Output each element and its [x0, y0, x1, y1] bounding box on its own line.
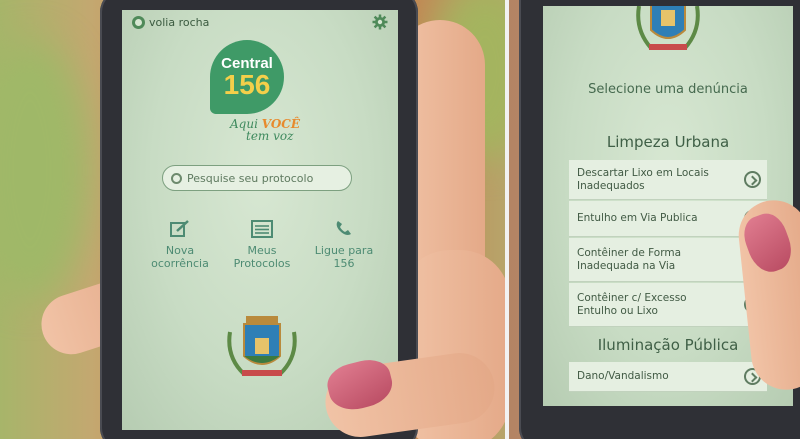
- report-item-entulho-via[interactable]: Entulho em Via Publica: [569, 201, 767, 237]
- report-item-dano-vandalismo[interactable]: Dano/Vandalismo: [569, 362, 767, 392]
- gear-icon[interactable]: [372, 14, 388, 30]
- city-crest-icon: [636, 6, 700, 50]
- item-label: Dano/Vandalismo: [577, 370, 669, 382]
- section-heading-limpeza: Limpeza Urbana: [606, 133, 730, 151]
- item-label: Contêiner c/ Excesso Entulho ou Lixo: [577, 291, 687, 317]
- background-blur: [0, 40, 90, 300]
- report-item-conteiner-excesso[interactable]: Contêiner c/ Excesso Entulho ou Lixo: [569, 283, 767, 327]
- city-crest-icon: [227, 316, 297, 376]
- item-label: Entulho em Via Publica: [577, 212, 698, 224]
- item-label: Descartar Lixo em Locais Inadequados: [577, 166, 709, 192]
- report-item-descartar-lixo[interactable]: Descartar Lixo em Locais Inadequados: [569, 160, 767, 200]
- page-title: Selecione uma denúncia: [588, 82, 748, 97]
- edit-icon: [170, 220, 189, 237]
- new-occurrence-button[interactable]: Nova ocorrência: [142, 220, 218, 270]
- left-photo-panel: volia rocha Central 156 Aqui VOCÊ tem vo…: [0, 0, 505, 439]
- user-profile[interactable]: volia rocha: [132, 16, 209, 29]
- action-label: Nova ocorrência: [151, 244, 209, 270]
- my-protocols-button[interactable]: Meus Protocolos: [224, 220, 300, 270]
- search-icon: [171, 172, 182, 184]
- action-row: Nova ocorrência Meus Protocolos Ligue pa…: [142, 220, 382, 270]
- user-name: volia rocha: [149, 16, 210, 29]
- search-placeholder: Pesquise seu protocolo: [187, 171, 314, 185]
- report-item-conteiner-forma[interactable]: Contêiner de Forma Inadequada na Via: [569, 238, 767, 282]
- protocol-search-input[interactable]: Pesquise seu protocolo: [162, 165, 352, 191]
- action-label: Ligue para 156: [314, 244, 374, 270]
- logo-text-156: 156: [223, 68, 271, 100]
- user-avatar-icon: [132, 16, 145, 29]
- tagline-tem-voz: tem voz: [246, 129, 294, 143]
- right-photo-panel: Selecione uma denúncia Limpeza Urbana De…: [509, 0, 800, 439]
- call-156-button[interactable]: Ligue para 156: [306, 220, 382, 270]
- chevron-right-icon: [744, 171, 761, 188]
- list-icon: [251, 220, 273, 238]
- phone-icon: [336, 221, 351, 235]
- action-label: Meus Protocolos: [233, 244, 291, 270]
- central-156-logo: Central 156: [210, 40, 284, 114]
- item-label: Contêiner de Forma Inadequada na Via: [577, 246, 682, 272]
- tagline: Aqui VOCÊ tem voz: [230, 118, 300, 142]
